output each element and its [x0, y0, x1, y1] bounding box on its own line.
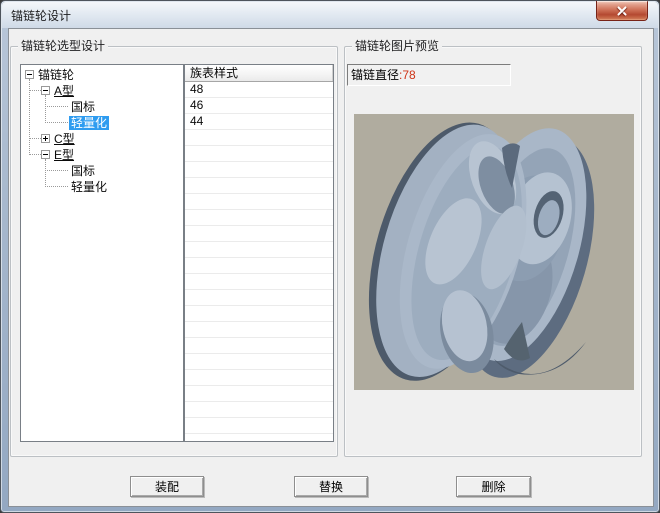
tree-item-guobiao-e[interactable]: 国标: [21, 163, 183, 179]
family-table-column-header[interactable]: 族表样式: [185, 65, 333, 82]
window-title: 锚链轮设计: [11, 7, 71, 24]
tree-item-lightweight-e[interactable]: 轻量化: [21, 179, 183, 195]
tree-connector: [45, 106, 68, 107]
list-item[interactable]: 44: [185, 114, 333, 130]
type-tree: 锚链轮 A型 国标 轻量化 C型 E: [20, 64, 184, 442]
tree-connector: [29, 90, 41, 91]
assemble-button[interactable]: 装配: [130, 476, 204, 497]
collapse-icon[interactable]: [25, 70, 34, 79]
title-bar[interactable]: 锚链轮设计: [2, 2, 658, 28]
collapse-icon[interactable]: [41, 86, 50, 95]
family-table-list: 族表样式 48 46 44: [184, 64, 334, 442]
dialog-window: 锚链轮设计 锚链轮选型设计 锚链轮 A型 国标: [0, 0, 660, 513]
tree-item-type-a[interactable]: A型: [21, 83, 183, 99]
tree-item-guobiao-a[interactable]: 国标: [21, 99, 183, 115]
chain-diameter-value: 78: [402, 68, 415, 82]
tree-item-lightweight-a[interactable]: 轻量化: [21, 115, 183, 131]
chain-diameter-field[interactable]: 锚链直径:78: [347, 64, 511, 86]
tree-item-type-e[interactable]: E型: [21, 147, 183, 163]
dialog-client-area: 锚链轮选型设计 锚链轮 A型 国标 轻量化: [8, 28, 654, 507]
list-item[interactable]: 46: [185, 98, 333, 114]
delete-button[interactable]: 删除: [456, 476, 531, 497]
family-table-rows: 48 46 44: [185, 82, 333, 441]
tree-connector: [29, 154, 41, 155]
tree-connector: [45, 170, 68, 171]
list-item[interactable]: 48: [185, 82, 333, 98]
tree-item-type-c[interactable]: C型: [21, 131, 183, 147]
tree-connector: [45, 186, 68, 187]
preview-groupbox-title: 锚链轮图片预览: [352, 39, 442, 53]
tree-connector: [45, 122, 68, 123]
collapse-icon[interactable]: [41, 150, 50, 159]
preview-3d-model: [354, 114, 634, 390]
chain-diameter-label: 锚链直径: [351, 68, 399, 82]
selection-groupbox-title: 锚链轮选型设计: [18, 39, 108, 53]
expand-icon[interactable]: [41, 134, 50, 143]
tree-item-anchor-wheel[interactable]: 锚链轮: [21, 67, 183, 83]
close-icon: [617, 6, 627, 16]
replace-button[interactable]: 替换: [294, 476, 368, 497]
tree-connector: [29, 138, 41, 139]
close-button[interactable]: [596, 1, 648, 21]
